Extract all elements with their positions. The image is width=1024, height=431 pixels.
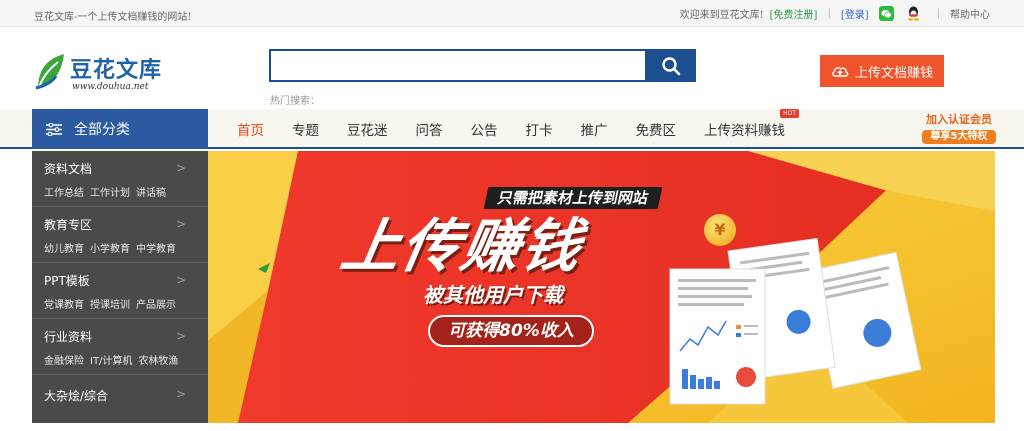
chevron-right-icon: > (175, 329, 186, 343)
main-nav: 全部分类 首页 专题 豆花迷 问答 公告 打卡 推广 免费区 上传资料赚钱 HO… (0, 109, 1024, 149)
sub-category-link[interactable]: 中学教育 (136, 240, 176, 255)
category-item[interactable]: PPT模板 > 党课教育 授课培训 产品展示 (32, 263, 208, 319)
sub-category-link[interactable]: 党课教育 (44, 296, 84, 311)
nav-item-upload-earn[interactable]: 上传资料赚钱 HOT (690, 109, 799, 139)
category-subs: 幼儿教育 小学教育 中学教育 (44, 240, 196, 255)
chevron-right-icon: > (175, 217, 186, 231)
category-title: 教育专区 (44, 218, 93, 232)
sub-category-link[interactable]: 讲话稿 (136, 184, 166, 199)
category-item[interactable]: 教育专区 > 幼儿教育 小学教育 中学教育 (32, 207, 208, 263)
category-title: 行业资料 (44, 330, 93, 344)
nav-item-topics[interactable]: 专题 (278, 119, 333, 139)
sub-category-link[interactable]: 工作计划 (90, 184, 130, 199)
hot-badge: HOT (780, 109, 799, 118)
member-join-text: 加入认证会员 (926, 113, 992, 126)
nav-item-promote[interactable]: 推广 (567, 119, 622, 139)
search-button[interactable] (645, 49, 696, 82)
nav-item-home[interactable]: 首页 (223, 119, 278, 139)
all-categories-label: 全部分类 (74, 122, 130, 138)
wechat-icon[interactable] (878, 6, 894, 21)
chevron-right-icon: > (175, 387, 186, 401)
nav-item-notice[interactable]: 公告 (457, 119, 512, 139)
qq-icon[interactable] (906, 6, 921, 21)
category-subs: 工作总结 工作计划 讲话稿 (44, 184, 196, 199)
banner-income-badge: 可获得80%收入 (428, 315, 594, 347)
all-categories-button[interactable]: 全部分类 (32, 109, 208, 149)
divider: | (827, 8, 831, 19)
category-sidebar: 资料文档 > 工作总结 工作计划 讲话稿 教育专区 > 幼儿教育 小学教育 中学… (32, 151, 208, 423)
help-center-link[interactable]: 帮助中心 (950, 6, 990, 21)
promo-banner[interactable]: 只需把素材上传到网站 上传赚钱 被其他用户下载 可获得80%收入 ¥ (208, 151, 995, 423)
category-title: PPT模板 (44, 274, 90, 288)
sub-category-link[interactable]: 工作总结 (44, 184, 84, 199)
chevron-right-icon: > (175, 273, 186, 287)
nav-item-upload-earn-label: 上传资料赚钱 (704, 123, 785, 139)
menu-icon (46, 122, 62, 136)
category-title: 大杂烩/综合 (44, 389, 109, 403)
category-subs: 党课教育 授课培训 产品展示 (44, 296, 196, 311)
search-bar (269, 49, 696, 82)
register-link[interactable]: [免费注册] (770, 6, 818, 21)
login-link[interactable]: [登录] (841, 6, 869, 21)
sub-category-link[interactable]: 幼儿教育 (44, 240, 84, 255)
logo-name: 豆花文库 (70, 57, 163, 83)
nav-item-qa[interactable]: 问答 (402, 119, 457, 139)
chevron-right-icon: > (175, 161, 186, 175)
sub-category-link[interactable]: IT/计算机 (90, 352, 132, 367)
sub-category-link[interactable]: 农林牧渔 (138, 352, 178, 367)
leaf-logo-icon (35, 54, 64, 91)
upload-doc-label: 上传文档赚钱 (854, 65, 933, 81)
site-slogan: 豆花文库-一个上传文档赚钱的网站! (34, 12, 192, 23)
top-bar-right: 欢迎来到豆花文库! [免费注册] | [登录] | 帮助中心 (680, 0, 990, 27)
nav-items: 首页 专题 豆花迷 问答 公告 打卡 推广 免费区 上传资料赚钱 HOT (223, 109, 799, 149)
sub-category-link[interactable]: 授课培训 (90, 296, 130, 311)
cloud-upload-icon (832, 67, 849, 77)
header: 豆花文库 www.douhua.net 热门搜索： 上传文档赚钱 (0, 28, 1024, 108)
hot-search-label: 热门搜索： (270, 96, 320, 107)
coin-icon: ¥ (704, 214, 736, 246)
banner-headline-top: 只需把素材上传到网站 (483, 187, 663, 209)
member-privilege-badge: 尊享5大特权 (922, 130, 996, 144)
category-item[interactable]: 行业资料 > 金融保险 IT/计算机 农林牧渔 (32, 319, 208, 375)
divider: | (936, 8, 940, 19)
banner-headline-main: 上传赚钱 (336, 212, 589, 280)
site-logo[interactable]: 豆花文库 www.douhua.net (34, 52, 169, 96)
search-icon (661, 56, 680, 75)
sub-category-link[interactable]: 小学教育 (90, 240, 130, 255)
sub-category-link[interactable]: 金融保险 (44, 352, 84, 367)
search-input[interactable] (269, 49, 645, 82)
upload-doc-button[interactable]: 上传文档赚钱 (820, 55, 944, 87)
category-title: 资料文档 (44, 162, 93, 176)
logo-url: www.douhua.net (72, 82, 149, 92)
category-item[interactable]: 资料文档 > 工作总结 工作计划 讲话稿 (32, 151, 208, 207)
banner-subline: 被其他用户下载 (423, 283, 563, 307)
member-promo[interactable]: 加入认证会员 尊享5大特权 (922, 111, 996, 147)
top-bar: 豆花文库-一个上传文档赚钱的网站! 欢迎来到豆花文库! [免费注册] | [登录… (0, 0, 1024, 27)
welcome-text: 欢迎来到豆花文库! (679, 10, 764, 21)
nav-item-free[interactable]: 免费区 (622, 119, 691, 139)
category-subs: 金融保险 IT/计算机 农林牧渔 (44, 352, 196, 367)
nav-item-checkin[interactable]: 打卡 (512, 119, 567, 139)
sub-category-link[interactable]: 产品展示 (136, 296, 176, 311)
nav-item-fans[interactable]: 豆花迷 (333, 119, 402, 139)
